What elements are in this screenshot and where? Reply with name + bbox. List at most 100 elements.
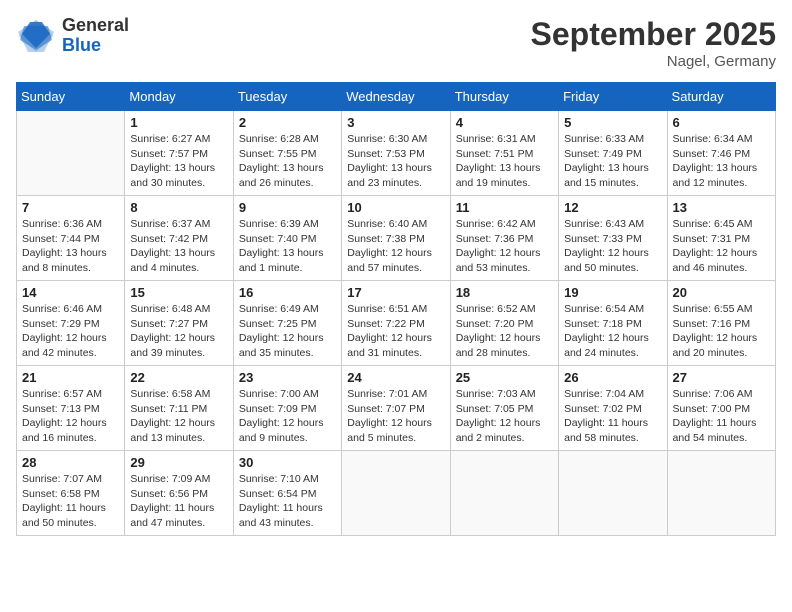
day-number: 29 xyxy=(130,455,227,470)
weekday-header-sunday: Sunday xyxy=(17,83,125,111)
calendar-cell: 6 Sunrise: 6:34 AM Sunset: 7:46 PM Daylig… xyxy=(667,111,775,196)
calendar-cell: 24 Sunrise: 7:01 AM Sunset: 7:07 PM Dayli… xyxy=(342,366,450,451)
day-number: 19 xyxy=(564,285,661,300)
calendar-cell: 1Sunrise: 6:27 AM Sunset: 7:57 PM Daylig… xyxy=(125,111,233,196)
day-info: Sunrise: 6:33 AM Sunset: 7:49 PM Dayligh… xyxy=(564,132,661,191)
day-info: Sunrise: 6:34 AM Sunset: 7:46 PM Dayligh… xyxy=(673,132,770,191)
day-info: Sunrise: 7:09 AM Sunset: 6:56 PM Dayligh… xyxy=(130,472,227,531)
day-info: Sunrise: 6:30 AM Sunset: 7:53 PM Dayligh… xyxy=(347,132,444,191)
week-row-1: 7 Sunrise: 6:36 AM Sunset: 7:44 PM Daylig… xyxy=(17,196,776,281)
day-number: 1 xyxy=(130,115,227,130)
calendar-cell: 25Sunrise: 7:03 AM Sunset: 7:05 PM Dayli… xyxy=(450,366,558,451)
day-number: 2 xyxy=(239,115,336,130)
weekday-header-thursday: Thursday xyxy=(450,83,558,111)
calendar-cell: 13 Sunrise: 6:45 AM Sunset: 7:31 PM Dayli… xyxy=(667,196,775,281)
weekday-header-monday: Monday xyxy=(125,83,233,111)
week-row-4: 28 Sunrise: 7:07 AM Sunset: 6:58 PM Dayli… xyxy=(17,451,776,536)
day-info: Sunrise: 6:39 AM Sunset: 7:40 PM Dayligh… xyxy=(239,217,336,276)
day-info: Sunrise: 6:46 AM Sunset: 7:29 PM Dayligh… xyxy=(22,302,119,361)
logo-text: General Blue xyxy=(62,16,129,56)
day-info: Sunrise: 6:57 AM Sunset: 7:13 PM Dayligh… xyxy=(22,387,119,446)
calendar-cell: 29 Sunrise: 7:09 AM Sunset: 6:56 PM Dayli… xyxy=(125,451,233,536)
day-number: 16 xyxy=(239,285,336,300)
calendar-cell: 11 Sunrise: 6:42 AM Sunset: 7:36 PM Dayli… xyxy=(450,196,558,281)
day-info: Sunrise: 6:43 AM Sunset: 7:33 PM Dayligh… xyxy=(564,217,661,276)
day-number: 14 xyxy=(22,285,119,300)
calendar-cell xyxy=(667,451,775,536)
day-info: Sunrise: 6:42 AM Sunset: 7:36 PM Dayligh… xyxy=(456,217,553,276)
calendar-cell: 15Sunrise: 6:48 AM Sunset: 7:27 PM Dayli… xyxy=(125,281,233,366)
calendar-cell: 21 Sunrise: 6:57 AM Sunset: 7:13 PM Dayli… xyxy=(17,366,125,451)
day-number: 26 xyxy=(564,370,661,385)
calendar-cell: 17Sunrise: 6:51 AM Sunset: 7:22 PM Dayli… xyxy=(342,281,450,366)
week-row-0: 1Sunrise: 6:27 AM Sunset: 7:57 PM Daylig… xyxy=(17,111,776,196)
day-info: Sunrise: 6:54 AM Sunset: 7:18 PM Dayligh… xyxy=(564,302,661,361)
day-number: 30 xyxy=(239,455,336,470)
day-number: 3 xyxy=(347,115,444,130)
day-info: Sunrise: 6:40 AM Sunset: 7:38 PM Dayligh… xyxy=(347,217,444,276)
calendar-cell: 4 Sunrise: 6:31 AM Sunset: 7:51 PM Daylig… xyxy=(450,111,558,196)
calendar-cell: 14 Sunrise: 6:46 AM Sunset: 7:29 PM Dayli… xyxy=(17,281,125,366)
calendar-cell: 30 Sunrise: 7:10 AM Sunset: 6:54 PM Dayli… xyxy=(233,451,341,536)
day-info: Sunrise: 6:49 AM Sunset: 7:25 PM Dayligh… xyxy=(239,302,336,361)
day-number: 20 xyxy=(673,285,770,300)
calendar-cell: 9 Sunrise: 6:39 AM Sunset: 7:40 PM Daylig… xyxy=(233,196,341,281)
calendar-cell: 7 Sunrise: 6:36 AM Sunset: 7:44 PM Daylig… xyxy=(17,196,125,281)
weekday-header-tuesday: Tuesday xyxy=(233,83,341,111)
day-info: Sunrise: 7:04 AM Sunset: 7:02 PM Dayligh… xyxy=(564,387,661,446)
calendar-cell: 28 Sunrise: 7:07 AM Sunset: 6:58 PM Dayli… xyxy=(17,451,125,536)
day-info: Sunrise: 6:45 AM Sunset: 7:31 PM Dayligh… xyxy=(673,217,770,276)
day-info: Sunrise: 6:31 AM Sunset: 7:51 PM Dayligh… xyxy=(456,132,553,191)
day-number: 28 xyxy=(22,455,119,470)
day-info: Sunrise: 6:55 AM Sunset: 7:16 PM Dayligh… xyxy=(673,302,770,361)
day-number: 4 xyxy=(456,115,553,130)
location-label: Nagel, Germany xyxy=(531,53,776,70)
day-info: Sunrise: 7:01 AM Sunset: 7:07 PM Dayligh… xyxy=(347,387,444,446)
day-number: 6 xyxy=(673,115,770,130)
calendar-cell xyxy=(17,111,125,196)
day-info: Sunrise: 6:48 AM Sunset: 7:27 PM Dayligh… xyxy=(130,302,227,361)
day-info: Sunrise: 7:10 AM Sunset: 6:54 PM Dayligh… xyxy=(239,472,336,531)
day-number: 22 xyxy=(130,370,227,385)
weekday-header-wednesday: Wednesday xyxy=(342,83,450,111)
logo-icon xyxy=(16,18,56,54)
day-info: Sunrise: 7:03 AM Sunset: 7:05 PM Dayligh… xyxy=(456,387,553,446)
calendar-cell xyxy=(450,451,558,536)
day-number: 10 xyxy=(347,200,444,215)
day-number: 7 xyxy=(22,200,119,215)
calendar-cell: 27Sunrise: 7:06 AM Sunset: 7:00 PM Dayli… xyxy=(667,366,775,451)
weekday-header-row: SundayMondayTuesdayWednesdayThursdayFrid… xyxy=(17,83,776,111)
page-header: General Blue September 2025 Nagel, Germa… xyxy=(16,16,776,70)
day-number: 17 xyxy=(347,285,444,300)
day-info: Sunrise: 7:07 AM Sunset: 6:58 PM Dayligh… xyxy=(22,472,119,531)
day-number: 12 xyxy=(564,200,661,215)
day-number: 23 xyxy=(239,370,336,385)
day-number: 24 xyxy=(347,370,444,385)
calendar-cell: 8 Sunrise: 6:37 AM Sunset: 7:42 PM Daylig… xyxy=(125,196,233,281)
calendar-cell xyxy=(559,451,667,536)
title-block: September 2025 Nagel, Germany xyxy=(531,16,776,70)
day-number: 11 xyxy=(456,200,553,215)
calendar-cell: 23Sunrise: 7:00 AM Sunset: 7:09 PM Dayli… xyxy=(233,366,341,451)
calendar-cell: 10 Sunrise: 6:40 AM Sunset: 7:38 PM Dayli… xyxy=(342,196,450,281)
calendar-cell: 5 Sunrise: 6:33 AM Sunset: 7:49 PM Daylig… xyxy=(559,111,667,196)
day-number: 21 xyxy=(22,370,119,385)
day-number: 9 xyxy=(239,200,336,215)
day-info: Sunrise: 6:58 AM Sunset: 7:11 PM Dayligh… xyxy=(130,387,227,446)
day-number: 13 xyxy=(673,200,770,215)
calendar-cell: 3 Sunrise: 6:30 AM Sunset: 7:53 PM Daylig… xyxy=(342,111,450,196)
logo: General Blue xyxy=(16,16,129,56)
calendar-cell: 22 Sunrise: 6:58 AM Sunset: 7:11 PM Dayli… xyxy=(125,366,233,451)
month-title: September 2025 xyxy=(531,16,776,53)
calendar-cell: 26 Sunrise: 7:04 AM Sunset: 7:02 PM Dayli… xyxy=(559,366,667,451)
day-number: 27 xyxy=(673,370,770,385)
day-number: 8 xyxy=(130,200,227,215)
day-info: Sunrise: 6:52 AM Sunset: 7:20 PM Dayligh… xyxy=(456,302,553,361)
day-number: 5 xyxy=(564,115,661,130)
day-info: Sunrise: 6:37 AM Sunset: 7:42 PM Dayligh… xyxy=(130,217,227,276)
calendar-cell: 2Sunrise: 6:28 AM Sunset: 7:55 PM Daylig… xyxy=(233,111,341,196)
calendar-cell xyxy=(342,451,450,536)
day-info: Sunrise: 6:36 AM Sunset: 7:44 PM Dayligh… xyxy=(22,217,119,276)
calendar-cell: 18Sunrise: 6:52 AM Sunset: 7:20 PM Dayli… xyxy=(450,281,558,366)
logo-general-label: General xyxy=(62,16,129,36)
